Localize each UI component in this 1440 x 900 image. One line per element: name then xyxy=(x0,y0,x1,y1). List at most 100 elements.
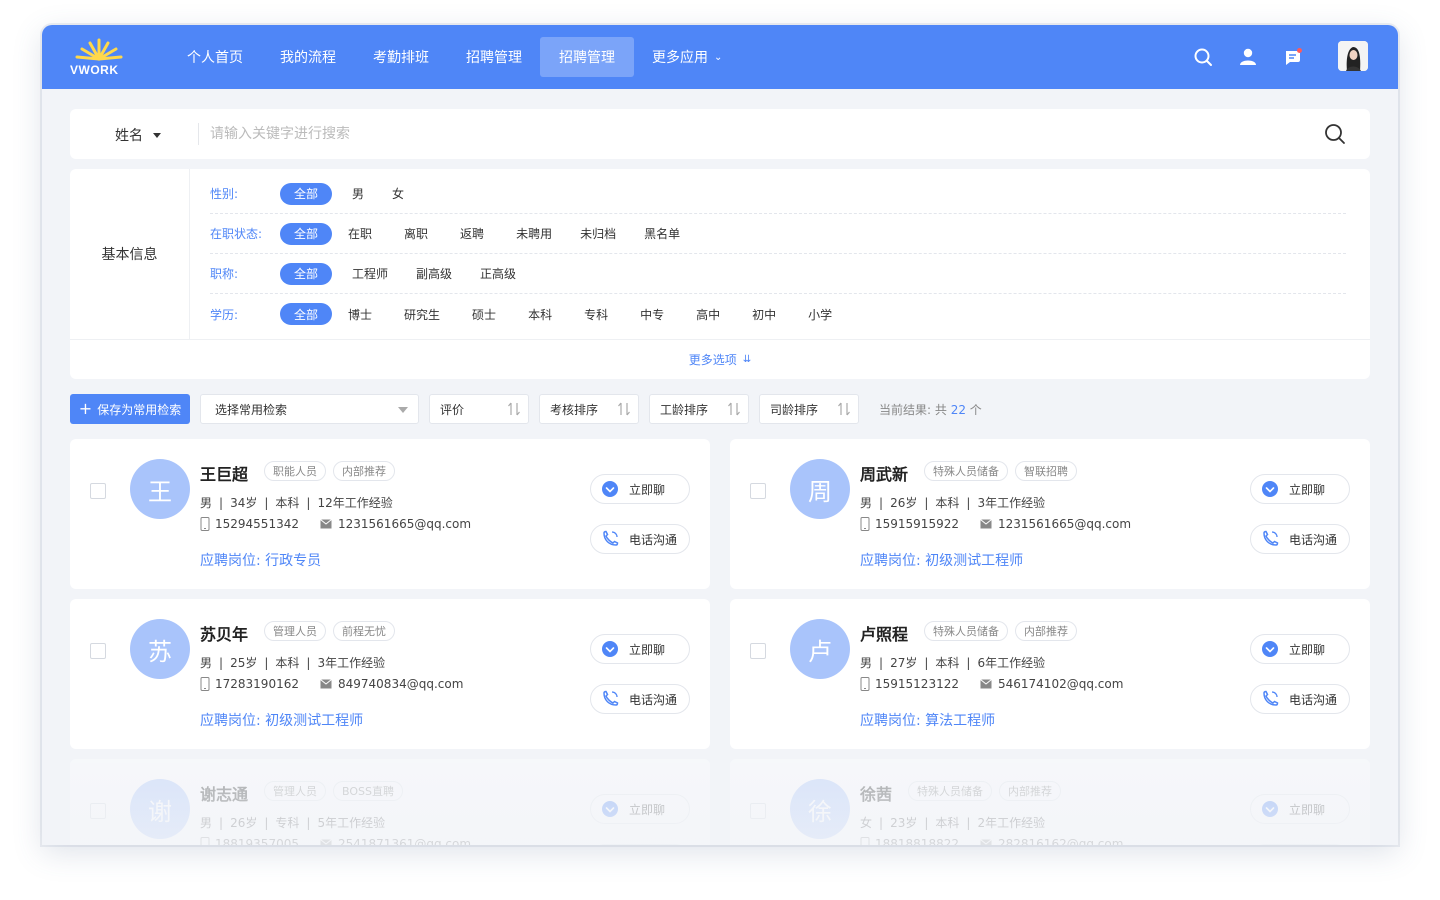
candidate-card[interactable]: 王王巨超 职能人员 内部推荐男 | 34岁 | 本科 | 12年工作经验 15294551342 1… xyxy=(70,439,710,589)
nav-label: 招聘管理 xyxy=(559,50,615,66)
phone-icon xyxy=(860,517,870,531)
avatar-portrait-icon xyxy=(1338,41,1368,71)
candidate-name[interactable]: 卢照程 xyxy=(860,621,908,645)
candidate-name[interactable]: 苏贝年 xyxy=(200,621,248,645)
filter-option[interactable]: 未归档 xyxy=(566,223,630,245)
search-submit-icon[interactable] xyxy=(1324,123,1346,145)
filter-option-selected[interactable]: 全部 xyxy=(280,222,333,245)
search-icon[interactable] xyxy=(1193,47,1213,67)
candidate-card[interactable]: 周 周武新 特殊人员储备 智联招聘男 | 26岁 | 本科 | 3年工作经验 15915915922… xyxy=(730,439,1370,589)
phone-icon xyxy=(200,677,210,691)
candidate-meta: 男 | 27岁 | 本科 | 6年工作经验 xyxy=(860,656,1046,670)
filter-option[interactable]: 初中 xyxy=(738,303,794,325)
filter-option[interactable]: 硕士 xyxy=(458,303,514,325)
filter-option[interactable]: 男 xyxy=(338,183,378,205)
search-bar: 姓名 xyxy=(70,109,1370,159)
phone-call-button[interactable]: 电话沟通 xyxy=(590,684,690,714)
sort-arrows-icon xyxy=(838,402,850,416)
sort-company-years-button[interactable]: 司龄排序 xyxy=(759,394,859,424)
candidate-name[interactable]: 周武新 xyxy=(860,461,908,485)
education: 本科 xyxy=(275,496,300,510)
filter-row-education: 学历: 全部 博士 研究生 硕士 本科 专科 中专 高中 初中 小学 xyxy=(210,294,1346,334)
age: 26岁 xyxy=(890,496,918,510)
filter-option[interactable]: 小学 xyxy=(794,303,850,325)
save-common-search-button[interactable]: + 保存为常用检索 xyxy=(70,394,190,424)
vwork-logo[interactable]: VWORK xyxy=(70,37,128,79)
mail-icon xyxy=(320,679,332,689)
filter-option[interactable]: 在职 xyxy=(338,223,390,245)
sort-rating-button[interactable]: 评价 xyxy=(429,394,529,424)
chat-now-button[interactable]: 立即聊 xyxy=(1250,474,1350,504)
gender: 男 xyxy=(200,656,213,670)
filter-option[interactable]: 中专 xyxy=(626,303,682,325)
nav-item-recruitment-active[interactable]: 招聘管理 xyxy=(540,37,634,77)
candidate-contact: 15915915922 1231561665@qq.com xyxy=(860,517,1131,531)
email-address: 1231561665@qq.com xyxy=(338,517,472,531)
sort-work-years-button[interactable]: 工龄排序 xyxy=(649,394,749,424)
filter-option[interactable]: 专科 xyxy=(570,303,626,325)
nav-item-home[interactable]: 个人首页 xyxy=(168,37,262,77)
user-avatar[interactable] xyxy=(1338,41,1368,71)
nav-label: 我的流程 xyxy=(280,50,336,66)
education: 本科 xyxy=(275,656,300,670)
filter-option[interactable]: 未聘用 xyxy=(502,223,566,245)
candidate-tags: 职能人员 内部推荐 xyxy=(264,461,402,481)
filter-option[interactable]: 女 xyxy=(378,183,418,205)
sort-assessment-button[interactable]: 考核排序 xyxy=(539,394,639,424)
sort-label: 评价 xyxy=(440,402,465,417)
applied-position[interactable]: 应聘岗位: 初级测试工程师 xyxy=(200,710,363,730)
message-icon[interactable] xyxy=(1283,47,1303,67)
filter-option[interactable]: 研究生 xyxy=(390,303,458,325)
filter-panel: 基本信息 性别: 全部 男 女 在职状态: 全部 在职 离职 返聘 未聘用 未归… xyxy=(70,169,1370,379)
caret-down-icon xyxy=(153,132,161,138)
nav-item-attendance[interactable]: 考勤排班 xyxy=(354,37,448,77)
filter-option[interactable]: 工程师 xyxy=(338,263,402,285)
phone-call-button[interactable]: 电话沟通 xyxy=(1250,684,1350,714)
phone-call-button[interactable]: 电话沟通 xyxy=(1250,524,1350,554)
filter-option[interactable]: 离职 xyxy=(390,223,446,245)
filter-option[interactable]: 高中 xyxy=(682,303,738,325)
filter-option[interactable]: 正高级 xyxy=(466,263,530,285)
candidate-meta: 男 | 26岁 | 本科 | 3年工作经验 xyxy=(860,496,1046,510)
applied-position[interactable]: 应聘岗位: 算法工程师 xyxy=(860,710,995,730)
filter-option[interactable]: 副高级 xyxy=(402,263,466,285)
select-checkbox[interactable] xyxy=(750,483,766,499)
applied-position[interactable]: 应聘岗位: 行政专员 xyxy=(200,550,321,570)
common-search-select[interactable]: 选择常用检索 xyxy=(200,394,419,424)
scroll-fade xyxy=(42,759,1398,845)
chat-icon xyxy=(1262,641,1278,657)
nav-item-my-process[interactable]: 我的流程 xyxy=(261,37,355,77)
save-button-label: 保存为常用检索 xyxy=(97,402,182,417)
candidate-avatar: 卢 xyxy=(790,619,850,679)
call-label: 电话沟通 xyxy=(629,692,678,707)
user-icon[interactable] xyxy=(1238,47,1258,67)
select-checkbox[interactable] xyxy=(90,483,106,499)
phone-call-button[interactable]: 电话沟通 xyxy=(590,524,690,554)
select-checkbox[interactable] xyxy=(750,643,766,659)
filter-option-selected[interactable]: 全部 xyxy=(280,182,333,205)
filter-option[interactable]: 黑名单 xyxy=(630,223,694,245)
candidate-card[interactable]: 苏 苏贝年 管理人员 前程无忧男 | 25岁 | 本科 | 3年工作经验 17283190162 84… xyxy=(70,599,710,749)
candidate-avatar: 周 xyxy=(790,459,850,519)
filter-option-selected[interactable]: 全部 xyxy=(280,262,333,285)
nav-item-recruitment[interactable]: 招聘管理 xyxy=(447,37,541,77)
filter-option-selected[interactable]: 全部 xyxy=(280,303,333,325)
chat-now-button[interactable]: 立即聊 xyxy=(590,474,690,504)
filter-option[interactable]: 博士 xyxy=(338,303,390,325)
candidate-tag: 特殊人员储备 xyxy=(924,621,1008,641)
applied-position[interactable]: 应聘岗位: 初级测试工程师 xyxy=(860,550,1023,570)
select-checkbox[interactable] xyxy=(90,643,106,659)
nav-item-more-apps[interactable]: 更多应用 ⌄ xyxy=(633,37,741,77)
result-number: 22 xyxy=(950,403,966,417)
candidate-card[interactable]: 卢 卢照程 特殊人员储备 内部推荐男 | 27岁 | 本科 | 6年工作经验 15915123122… xyxy=(730,599,1370,749)
filter-option[interactable]: 返聘 xyxy=(446,223,502,245)
candidate-name[interactable]: 王巨超 xyxy=(200,461,248,485)
chat-now-button[interactable]: 立即聊 xyxy=(590,634,690,664)
chat-now-button[interactable]: 立即聊 xyxy=(1250,634,1350,664)
search-field-select[interactable]: 姓名 xyxy=(115,125,161,145)
logo-text: VWORK xyxy=(70,63,119,77)
more-options-toggle[interactable]: 更多选项 ⇊ xyxy=(70,339,1370,379)
filter-option[interactable]: 本科 xyxy=(514,303,570,325)
call-label: 电话沟通 xyxy=(1289,532,1338,547)
search-input[interactable] xyxy=(210,119,1290,149)
